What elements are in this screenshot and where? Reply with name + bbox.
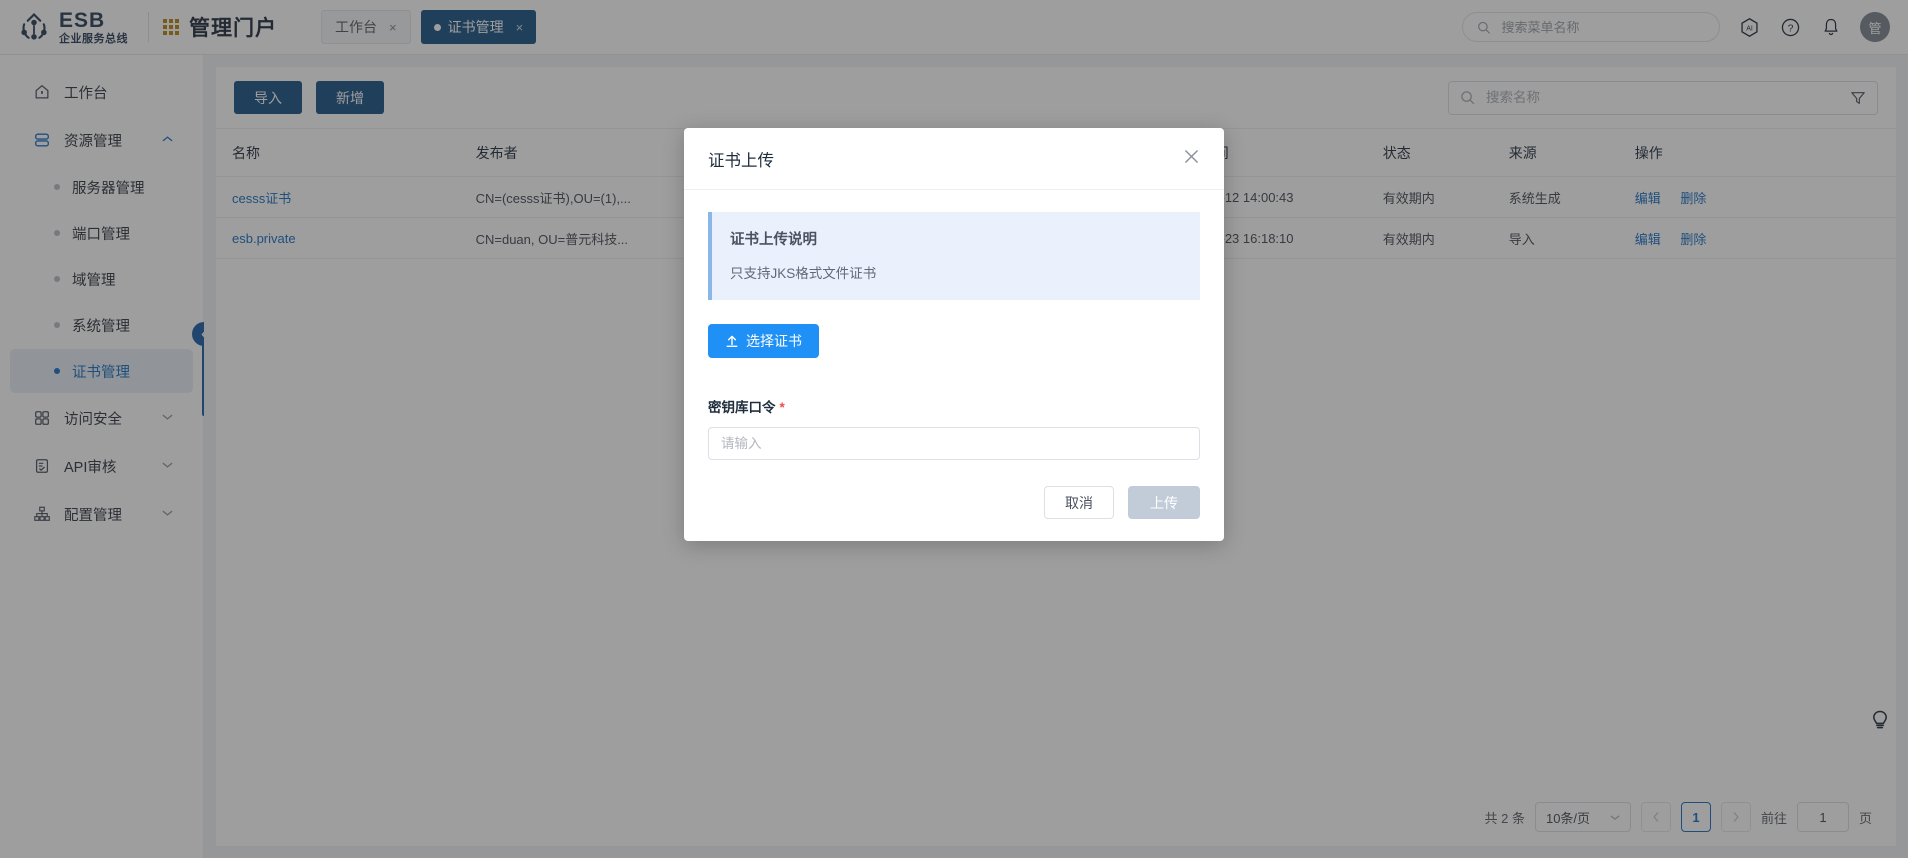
select-certificate-button-label: 选择证书 [746,333,802,349]
select-certificate-button[interactable]: 选择证书 [708,324,819,358]
required-mark: * [779,400,785,415]
modal-header: 证书上传 [684,128,1224,190]
alert-description: 只支持JKS格式文件证书 [730,266,877,281]
upload-submit-button[interactable]: 上传 [1128,486,1200,519]
keystore-password-input[interactable] [708,427,1200,460]
upload-instructions-alert: 证书上传说明 只支持JKS格式文件证书 [708,212,1200,300]
upload-arrow-icon [726,335,738,347]
modal-body: 证书上传说明 只支持JKS格式文件证书 选择证书 密钥库口令 * [684,190,1224,464]
modal-title: 证书上传 [708,151,774,170]
keystore-password-label-text: 密钥库口令 [708,400,776,415]
alert-title: 证书上传说明 [730,232,817,248]
close-icon[interactable] [1183,148,1200,169]
keystore-password-label: 密钥库口令 * [708,396,1200,416]
cancel-button[interactable]: 取消 [1044,486,1114,519]
certificate-upload-modal: 证书上传 证书上传说明 只支持JKS格式文件证书 选择证书 密钥库口令 * 请输… [684,128,1224,541]
modal-footer: 取消 上传 [684,464,1224,541]
app-root: ESB 企业服务总线 管理门户 工作台 × 证书管理 × 搜索菜单名称 AI ?… [0,0,1908,858]
